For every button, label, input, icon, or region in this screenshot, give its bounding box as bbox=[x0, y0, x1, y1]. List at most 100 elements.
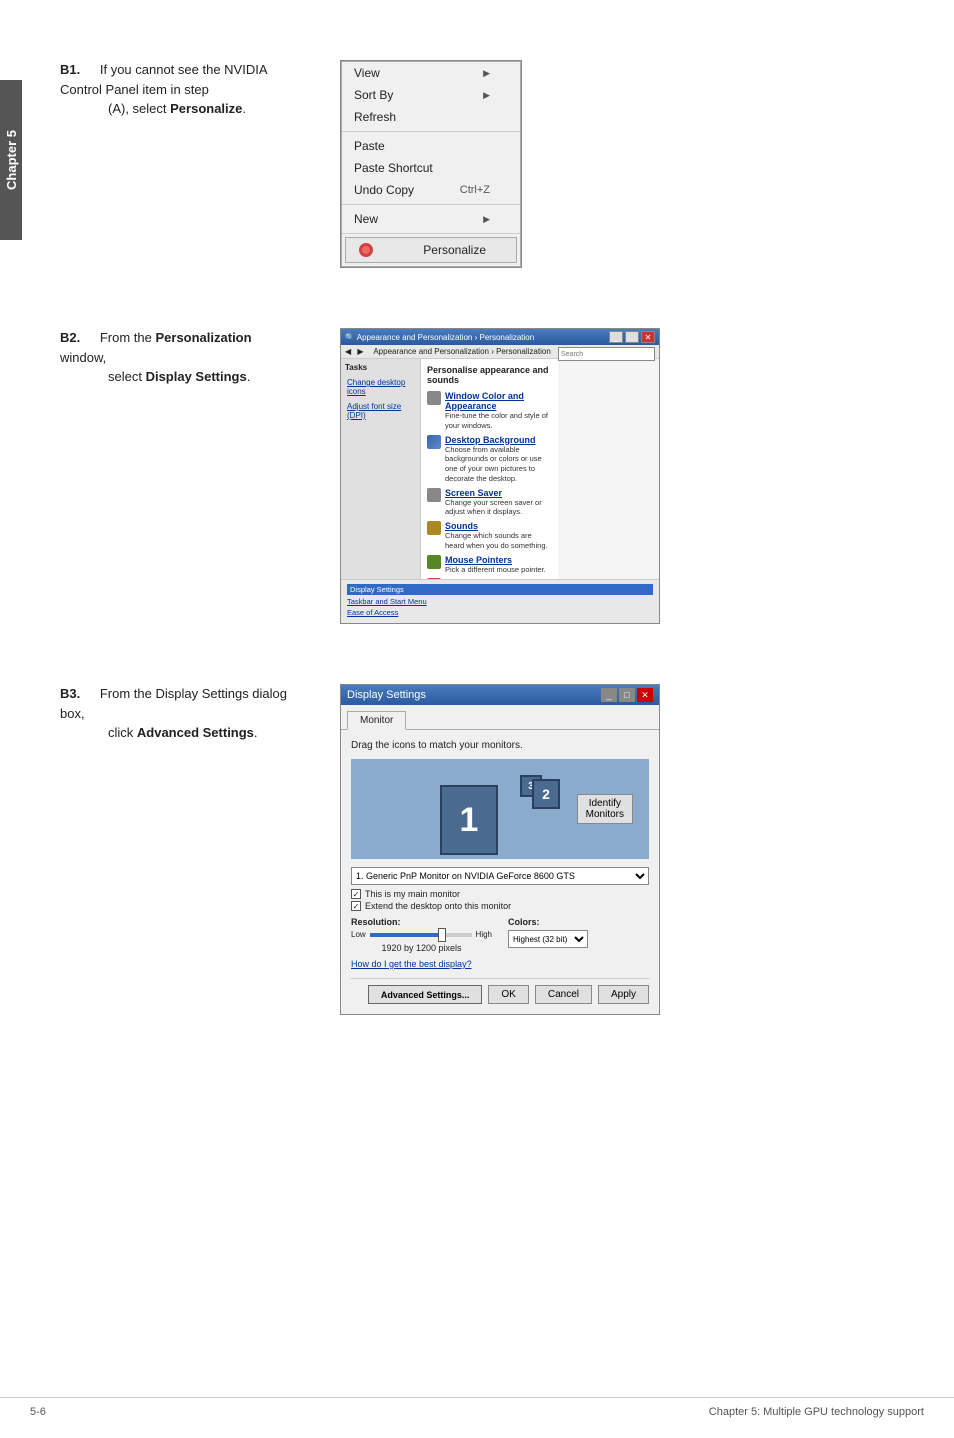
persona-section-desktop-bg: Desktop Background Choose from available… bbox=[427, 435, 552, 484]
ds-monitor-2: 2 bbox=[532, 779, 560, 809]
footer-chapter-title: Chapter 5: Multiple GPU technology suppo… bbox=[709, 1406, 924, 1418]
ds-monitor-dropdown[interactable]: 1. Generic PnP Monitor on NVIDIA GeForce… bbox=[351, 867, 649, 885]
ds-apply-btn[interactable]: Apply bbox=[598, 985, 649, 1004]
win-minimize-btn[interactable]: _ bbox=[609, 331, 623, 343]
section-b1: B1. If you cannot see the NVIDIA Control… bbox=[60, 60, 924, 268]
bottom-link-display-settings[interactable]: Display Settings bbox=[347, 584, 653, 595]
win-sidebar: Tasks Change desktop icons Adjust font s… bbox=[341, 359, 421, 579]
persona-section-theme: Theme Change the theme. bbox=[427, 578, 552, 579]
ds-help-link[interactable]: How do I get the best display? bbox=[351, 959, 472, 969]
menu-item-refresh-label: Refresh bbox=[354, 110, 396, 124]
persona-section-screen-saver: Screen Saver Change your screen saver or… bbox=[427, 488, 552, 518]
b2-bold2: Display Settings bbox=[146, 369, 247, 384]
persona-icon-theme bbox=[427, 578, 441, 579]
ds-resolution-slider[interactable] bbox=[370, 933, 472, 937]
win-main-content: Personalise appearance and sounds Window… bbox=[421, 359, 558, 579]
win-toolbar: ◀ ▶ Appearance and Personalization › Per… bbox=[341, 345, 659, 359]
section-b2: B2. From the Personalization window, sel… bbox=[60, 328, 924, 624]
ds-checkbox-main-monitor-box[interactable]: ✓ bbox=[351, 889, 361, 899]
b3-text2: click Advanced Settings. bbox=[108, 723, 300, 743]
ds-titlebar-btns: _ □ ✕ bbox=[601, 688, 653, 702]
b1-step: B1. bbox=[60, 62, 80, 77]
menu-separator-3 bbox=[342, 233, 520, 234]
persona-title-desktop-bg[interactable]: Desktop Background bbox=[445, 435, 552, 445]
win-close-btn[interactable]: ✕ bbox=[641, 331, 655, 343]
ds-minimize-btn[interactable]: _ bbox=[601, 688, 617, 702]
ds-checkbox-extend-desktop-label: Extend the desktop onto this monitor bbox=[365, 901, 511, 911]
menu-item-new: New bbox=[342, 208, 520, 230]
ds-resolution-slider-fill bbox=[370, 933, 441, 937]
ds-monitor-stack: 3 4 2 bbox=[500, 775, 560, 855]
menu-separator-2 bbox=[342, 204, 520, 205]
main-content: B1. If you cannot see the NVIDIA Control… bbox=[30, 0, 954, 1115]
persona-title-theme[interactable]: Theme bbox=[445, 578, 509, 579]
persona-icon-window-color bbox=[427, 391, 441, 405]
ds-tab-monitor[interactable]: Monitor bbox=[347, 711, 406, 730]
sidebar-item-adjust-font-size[interactable]: Adjust font size (DPI) bbox=[345, 400, 416, 422]
bottom-link-taskbar[interactable]: Taskbar and Start Menu bbox=[347, 597, 653, 606]
ds-tabs: Monitor bbox=[341, 705, 659, 730]
display-settings-screenshot: Display Settings _ □ ✕ Monitor Drag the … bbox=[340, 684, 660, 1015]
win-title: 🔍 Appearance and Personalization › Perso… bbox=[345, 333, 534, 342]
persona-section-window-color-text: Window Color and Appearance Fine-tune th… bbox=[445, 391, 552, 431]
ds-resolution-slider-row: Low High bbox=[351, 930, 492, 939]
section-b2-text: B2. From the Personalization window, sel… bbox=[60, 328, 300, 391]
ds-advanced-settings-btn[interactable]: Advanced Settings... bbox=[368, 985, 483, 1004]
menu-item-view-label: View bbox=[354, 66, 380, 80]
persona-section-desktop-bg-text: Desktop Background Choose from available… bbox=[445, 435, 552, 484]
ds-titlebar: Display Settings _ □ ✕ bbox=[341, 685, 659, 705]
ds-ok-btn[interactable]: OK bbox=[488, 985, 528, 1004]
b2-bold1: Personalization bbox=[155, 330, 251, 345]
sidebar-item-change-desktop-icons[interactable]: Change desktop icons bbox=[345, 376, 416, 398]
persona-sub-sounds: Change which sounds are heard when you d… bbox=[445, 531, 552, 551]
b2-text2: select Display Settings. bbox=[108, 367, 300, 387]
ds-colors-select[interactable]: Highest (32 bit) bbox=[508, 930, 588, 948]
win-maximize-btn[interactable]: □ bbox=[625, 331, 639, 343]
persona-title-window-color[interactable]: Window Color and Appearance bbox=[445, 391, 552, 411]
context-menu: View Sort By Refresh Paste Paste Shortcu… bbox=[341, 61, 521, 267]
ds-monitor-1: 1 bbox=[440, 785, 498, 855]
persona-icon-sounds bbox=[427, 521, 441, 535]
persona-section-theme-text: Theme Change the theme. bbox=[445, 578, 509, 579]
menu-item-undo-copy-shortcut: Ctrl+Z bbox=[460, 184, 490, 196]
persona-section-sounds-text: Sounds Change which sounds are heard whe… bbox=[445, 521, 552, 551]
ds-resolution-low: Low bbox=[351, 930, 366, 939]
ds-cancel-btn[interactable]: Cancel bbox=[535, 985, 592, 1004]
persona-sub-desktop-bg: Choose from available backgrounds or col… bbox=[445, 445, 552, 484]
persona-sub-mouse: Pick a different mouse pointer. bbox=[445, 565, 546, 575]
ds-pixel-text: 1920 by 1200 pixels bbox=[351, 943, 492, 953]
bottom-link-ease-of-access[interactable]: Ease of Access bbox=[347, 608, 653, 617]
persona-icon-mouse bbox=[427, 555, 441, 569]
ds-maximize-btn[interactable]: □ bbox=[619, 688, 635, 702]
b3-text1: From the Display Settings dialog box, bbox=[60, 686, 287, 721]
persona-section-sounds: Sounds Change which sounds are heard whe… bbox=[427, 521, 552, 551]
menu-item-paste-shortcut: Paste Shortcut bbox=[342, 157, 520, 179]
footer-page-number: 5-6 bbox=[30, 1406, 46, 1418]
menu-item-sortby: Sort By bbox=[342, 84, 520, 106]
ds-identify-btn[interactable]: Identify Monitors bbox=[577, 794, 633, 824]
menu-separator-1 bbox=[342, 131, 520, 132]
menu-item-personalize[interactable]: Personalize bbox=[345, 237, 517, 263]
ds-resolution-colors-row: Resolution: Low High 1920 by 1200 pixels bbox=[351, 917, 649, 959]
b2-label: B2. From the Personalization window, sel… bbox=[60, 328, 300, 387]
ds-checkbox-main-monitor-label: This is my main monitor bbox=[365, 889, 460, 899]
sidebar-tasks-label: Tasks bbox=[345, 363, 416, 372]
persona-title-sounds[interactable]: Sounds bbox=[445, 521, 552, 531]
persona-section-screen-saver-text: Screen Saver Change your screen saver or… bbox=[445, 488, 552, 518]
persona-sub-window-color: Fine-tune the color and style of your wi… bbox=[445, 411, 552, 431]
personalize-icon bbox=[358, 242, 374, 258]
ds-checkbox-extend-desktop: ✓ Extend the desktop onto this monitor bbox=[351, 901, 649, 911]
b1-text2: (A), select Personalize. bbox=[108, 99, 300, 119]
persona-title-screen-saver[interactable]: Screen Saver bbox=[445, 488, 552, 498]
win-titlebar: 🔍 Appearance and Personalization › Perso… bbox=[341, 329, 659, 345]
ds-checkbox-extend-desktop-box[interactable]: ✓ bbox=[351, 901, 361, 911]
chapter-tab: Chapter 5 bbox=[0, 80, 22, 240]
win-bottom-links: Display Settings Taskbar and Start Menu … bbox=[341, 579, 659, 623]
section-b3: B3. From the Display Settings dialog box… bbox=[60, 684, 924, 1015]
menu-item-undo-copy-label: Undo Copy bbox=[354, 183, 414, 197]
win-search-input[interactable] bbox=[558, 347, 655, 361]
persona-title-mouse[interactable]: Mouse Pointers bbox=[445, 555, 546, 565]
win-nav-forward: ▶ bbox=[357, 347, 363, 356]
ds-close-btn[interactable]: ✕ bbox=[637, 688, 653, 702]
section-b1-text: B1. If you cannot see the NVIDIA Control… bbox=[60, 60, 300, 123]
